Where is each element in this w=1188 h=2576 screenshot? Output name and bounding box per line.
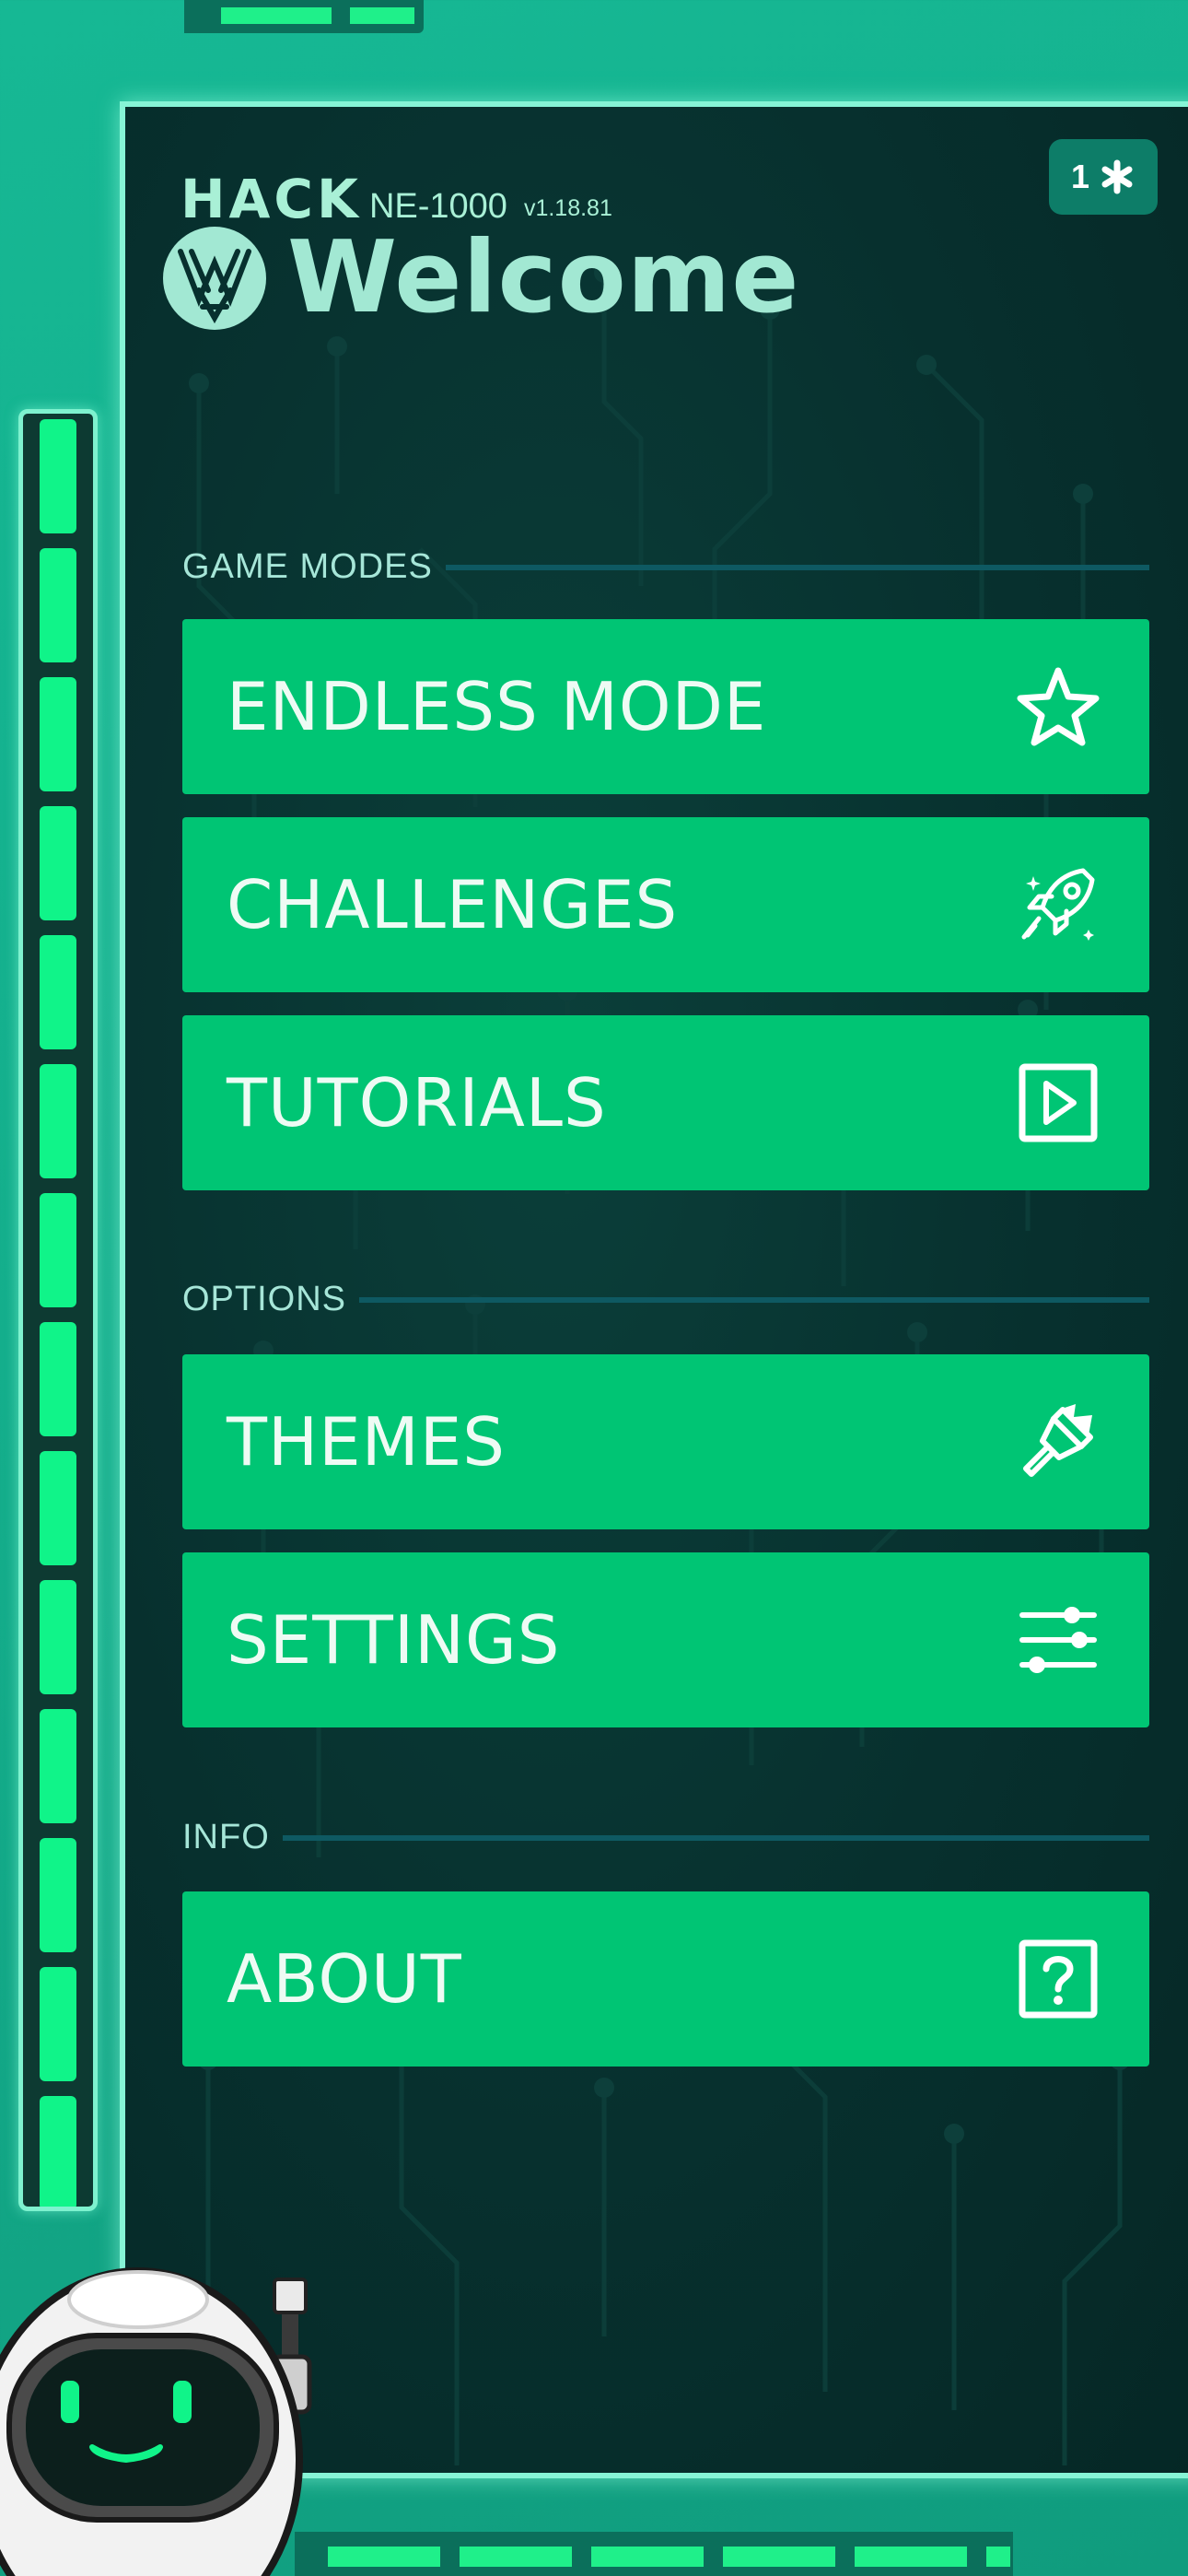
robot-mascot	[0, 2267, 312, 2576]
section-label: OPTIONS	[182, 1280, 347, 1318]
button-label: ABOUT	[227, 1940, 462, 2018]
settings-button[interactable]: SETTINGS	[182, 1552, 1149, 1727]
rail-cell	[40, 677, 76, 791]
left-progress-rail	[18, 409, 98, 2211]
strip-segment	[221, 7, 332, 24]
section-label: INFO	[182, 1818, 270, 1856]
page-title: Welcome	[287, 220, 800, 335]
strip-segment	[855, 2547, 967, 2567]
brand-logo-text: HACK	[181, 168, 362, 230]
button-label: SETTINGS	[227, 1601, 561, 1679]
rail-cell	[40, 1709, 76, 1823]
strip-segment	[460, 2547, 572, 2567]
button-label: ENDLESS MODE	[227, 668, 767, 745]
rail-cell	[40, 419, 76, 533]
endless-mode-button[interactable]: ENDLESS MODE	[182, 619, 1149, 794]
tutorials-button[interactable]: TUTORIALS	[182, 1015, 1149, 1190]
button-label: TUTORIALS	[227, 1064, 607, 1142]
rail-cell	[40, 935, 76, 1049]
section-divider	[445, 564, 1149, 570]
section-divider	[282, 1834, 1149, 1841]
strip-segment	[723, 2547, 835, 2567]
strip-segment	[328, 2547, 440, 2567]
rail-cell	[40, 806, 76, 920]
strip-segment	[591, 2547, 704, 2567]
rail-cell	[40, 548, 76, 662]
wv-emblem-icon	[163, 227, 266, 330]
section-divider	[359, 1296, 1149, 1303]
section-header-game-modes: GAME MODES	[182, 547, 1149, 587]
rail-cell	[40, 1580, 76, 1694]
question-icon	[1015, 1936, 1101, 2022]
rail-cell	[40, 2096, 76, 2207]
welcome-header: Welcome	[162, 223, 800, 334]
star-icon	[1015, 663, 1101, 750]
strip-segment	[350, 7, 414, 24]
play-icon	[1015, 1060, 1101, 1146]
section-label: GAME MODES	[182, 547, 433, 586]
rail-cell	[40, 1451, 76, 1565]
paintbrush-icon	[1015, 1399, 1101, 1485]
rocket-icon	[1015, 861, 1101, 948]
button-label: CHALLENGES	[227, 866, 679, 943]
top-progress-strip	[184, 0, 424, 33]
badge-count: 1	[1070, 158, 1090, 195]
button-label: THEMES	[227, 1403, 506, 1481]
notification-badge[interactable]: 1	[1049, 139, 1158, 215]
rail-cell	[40, 1064, 76, 1178]
sliders-icon	[1015, 1597, 1101, 1683]
rail-cell	[40, 1322, 76, 1436]
rail-cell	[40, 1838, 76, 1952]
rail-cell	[40, 1967, 76, 2081]
asterisk-icon	[1101, 159, 1133, 194]
strip-segment	[986, 2547, 1010, 2567]
section-header-info: INFO	[182, 1818, 1149, 1857]
about-button[interactable]: ABOUT	[182, 1891, 1149, 2067]
rail-cell	[40, 1193, 76, 1307]
challenges-button[interactable]: CHALLENGES	[182, 817, 1149, 992]
main-menu-panel: HACK NE-1000 v1.18.81 1 Welcome GAME MOD…	[120, 101, 1188, 2478]
section-header-options: OPTIONS	[182, 1280, 1149, 1319]
themes-button[interactable]: THEMES	[182, 1354, 1149, 1529]
brand-logo: HACK NE-1000 v1.18.81	[181, 153, 612, 227]
bottom-progress-strip	[295, 2532, 1013, 2576]
